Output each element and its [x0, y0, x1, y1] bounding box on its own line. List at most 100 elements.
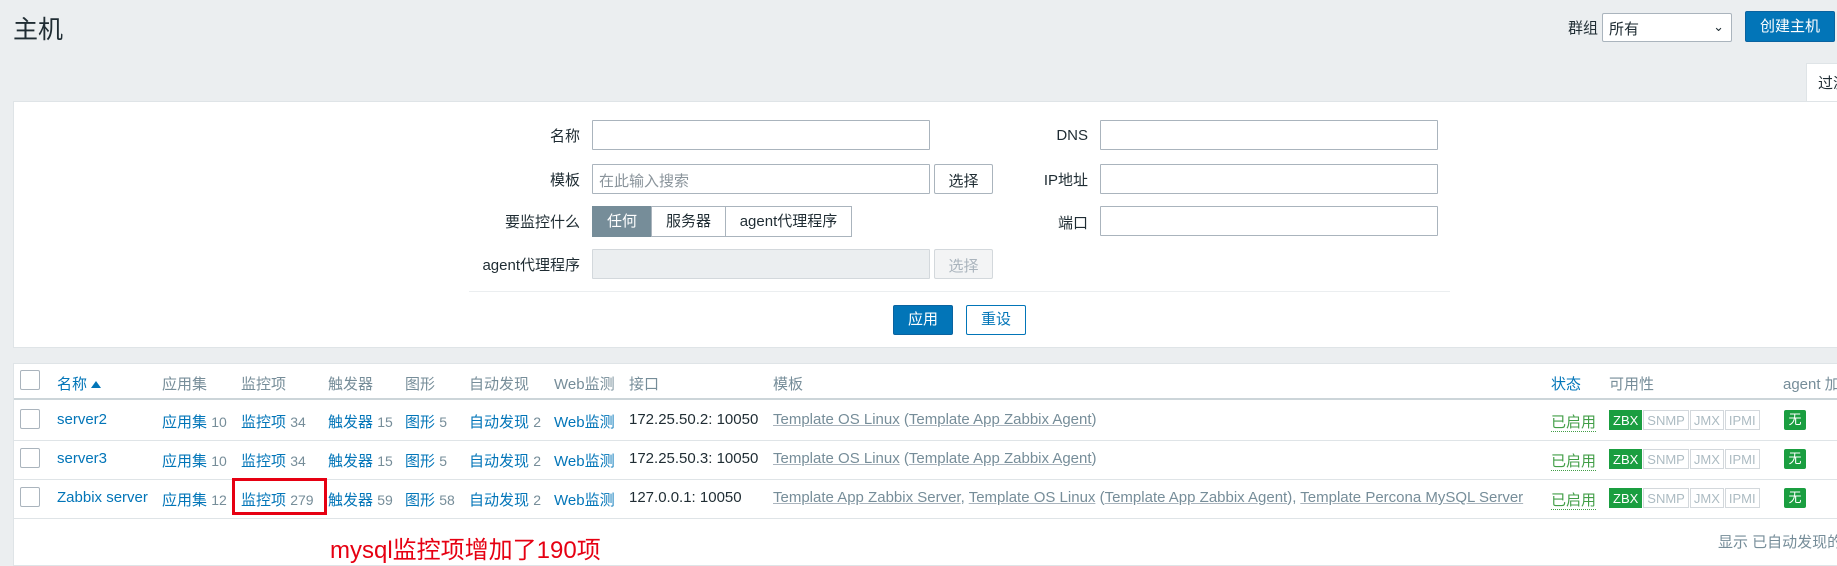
availability-badges: ZBX SNMP JMX IPMI	[1609, 488, 1761, 508]
host-name-link[interactable]: server2	[57, 411, 107, 428]
zbx-badge: ZBX	[1609, 449, 1643, 469]
applications-cell: 应用集 10	[162, 450, 227, 471]
triggers-cell: 触发器 15	[328, 450, 393, 471]
column-header-status[interactable]: 状态	[1551, 373, 1581, 394]
template-link[interactable]: Template App Zabbix Agent	[909, 411, 1092, 428]
monitored-by-proxy[interactable]: agent代理程序	[725, 206, 852, 237]
items-link[interactable]: 监控项	[241, 453, 286, 470]
discovery-link[interactable]: 自动发现	[469, 414, 529, 431]
chevron-down-icon: ⌄	[1713, 19, 1724, 34]
group-label: 群组	[1568, 20, 1599, 37]
web-link[interactable]: Web监测	[554, 411, 615, 432]
triggers-cell: 触发器 15	[328, 411, 393, 432]
discovery-count: 2	[533, 414, 541, 430]
graphs-link[interactable]: 图形	[405, 453, 435, 470]
graphs-cell: 图形 5	[405, 411, 447, 432]
web-link[interactable]: Web监测	[554, 489, 615, 510]
zbx-badge: ZBX	[1609, 410, 1643, 430]
column-header-interface: 接口	[629, 376, 660, 393]
page-title: 主机	[13, 16, 64, 44]
applications-link[interactable]: 应用集	[162, 414, 207, 431]
column-header-name[interactable]: 名称	[57, 373, 102, 394]
ipmi-badge: IPMI	[1724, 410, 1760, 430]
row-checkbox[interactable]	[20, 487, 40, 507]
triggers-link[interactable]: 触发器	[328, 414, 373, 431]
snmp-badge: SNMP	[1643, 410, 1689, 430]
triggers-link[interactable]: 触发器	[328, 492, 373, 509]
template-link[interactable]: Template Percona MySQL Server	[1300, 489, 1523, 506]
filter-port-input[interactable]	[1100, 206, 1438, 236]
graphs-link[interactable]: 图形	[405, 414, 435, 431]
filter-port-label: 端口	[1057, 215, 1088, 232]
ipmi-badge: IPMI	[1724, 449, 1760, 469]
discovery-link[interactable]: 自动发现	[469, 453, 529, 470]
graphs-link[interactable]: 图形	[405, 492, 435, 509]
filter-dns-input[interactable]	[1100, 120, 1438, 150]
select-all-checkbox[interactable]	[20, 370, 40, 390]
monitored-by-server[interactable]: 服务器	[651, 206, 726, 237]
filter-proxy-label: agent代理程序	[482, 257, 580, 274]
encryption-badge: 无	[1784, 488, 1806, 508]
column-header-discovery: 自动发现	[469, 376, 530, 393]
status-enabled-link[interactable]: 已启用	[1551, 492, 1597, 510]
triggers-count: 15	[377, 453, 393, 469]
items-cell: 监控项 34	[241, 450, 306, 471]
template-select-button[interactable]: 选择	[934, 164, 993, 194]
graphs-count: 5	[439, 453, 447, 469]
templates-cell: Template OS Linux (Template App Zabbix A…	[773, 411, 1097, 428]
create-host-button[interactable]: 创建主机	[1745, 11, 1835, 42]
items-count: 34	[290, 453, 306, 469]
status-enabled-link[interactable]: 已启用	[1551, 453, 1597, 471]
filter-ip-label: IP地址	[1043, 172, 1088, 189]
column-header-agent-encryption: agent 加密	[1783, 376, 1837, 393]
column-header-web: Web监测	[554, 376, 615, 393]
availability-badges: ZBX SNMP JMX IPMI	[1609, 449, 1761, 469]
reset-button[interactable]: 重设	[966, 305, 1026, 335]
group-select-value: 所有	[1609, 21, 1640, 38]
filter-ip-input[interactable]	[1100, 164, 1438, 194]
template-link[interactable]: Template App Zabbix Agent	[909, 450, 1092, 467]
discovery-count: 2	[533, 453, 541, 469]
items-count: 34	[290, 414, 306, 430]
template-link[interactable]: Template OS Linux	[773, 411, 900, 428]
discovery-link[interactable]: 自动发现	[469, 492, 529, 509]
template-link[interactable]: Template App Zabbix Agent	[1105, 489, 1288, 506]
filter-template-input[interactable]: 在此输入搜索	[592, 164, 930, 194]
jmx-badge: JMX	[1689, 488, 1724, 508]
triggers-link[interactable]: 触发器	[328, 453, 373, 470]
annotation-text: mysql监控项增加了190项	[330, 537, 601, 564]
row-checkbox[interactable]	[20, 409, 40, 429]
column-header-availability: 可用性	[1609, 376, 1655, 393]
host-name-link[interactable]: Zabbix server	[57, 489, 148, 506]
monitored-by-any[interactable]: 任何	[592, 206, 652, 237]
row-checkbox[interactable]	[20, 448, 40, 468]
host-name-link[interactable]: server3	[57, 450, 107, 467]
template-link[interactable]: Template OS Linux	[773, 450, 900, 467]
triggers-cell: 触发器 59	[328, 489, 393, 510]
tab-filter[interactable]: 过滤器	[1806, 63, 1837, 102]
filter-name-input[interactable]	[592, 120, 930, 150]
filter-proxy-input	[592, 249, 930, 279]
interface-value: 172.25.50.3: 10050	[629, 450, 759, 467]
applications-count: 12	[211, 492, 227, 508]
graphs-count: 5	[439, 414, 447, 430]
template-link[interactable]: Template OS Linux	[969, 489, 1096, 506]
template-link[interactable]: Template App Zabbix Server	[773, 489, 961, 506]
status-enabled-link[interactable]: 已启用	[1551, 414, 1597, 432]
zbx-badge: ZBX	[1609, 488, 1643, 508]
encryption-badge: 无	[1784, 449, 1806, 469]
filter-template-label: 模板	[549, 172, 580, 189]
sort-ascending-icon	[91, 381, 102, 388]
annotation-highlight-box	[232, 478, 327, 515]
web-link[interactable]: Web监测	[554, 450, 615, 471]
items-link[interactable]: 监控项	[241, 414, 286, 431]
applications-count: 10	[211, 453, 227, 469]
applications-link[interactable]: 应用集	[162, 453, 207, 470]
apply-button[interactable]: 应用	[893, 305, 953, 335]
column-header-items: 监控项	[241, 376, 287, 393]
applications-link[interactable]: 应用集	[162, 492, 207, 509]
group-select[interactable]: 所有 ⌄	[1602, 13, 1732, 42]
filter-divider	[469, 291, 1450, 292]
applications-cell: 应用集 10	[162, 411, 227, 432]
applications-cell: 应用集 12	[162, 489, 227, 510]
